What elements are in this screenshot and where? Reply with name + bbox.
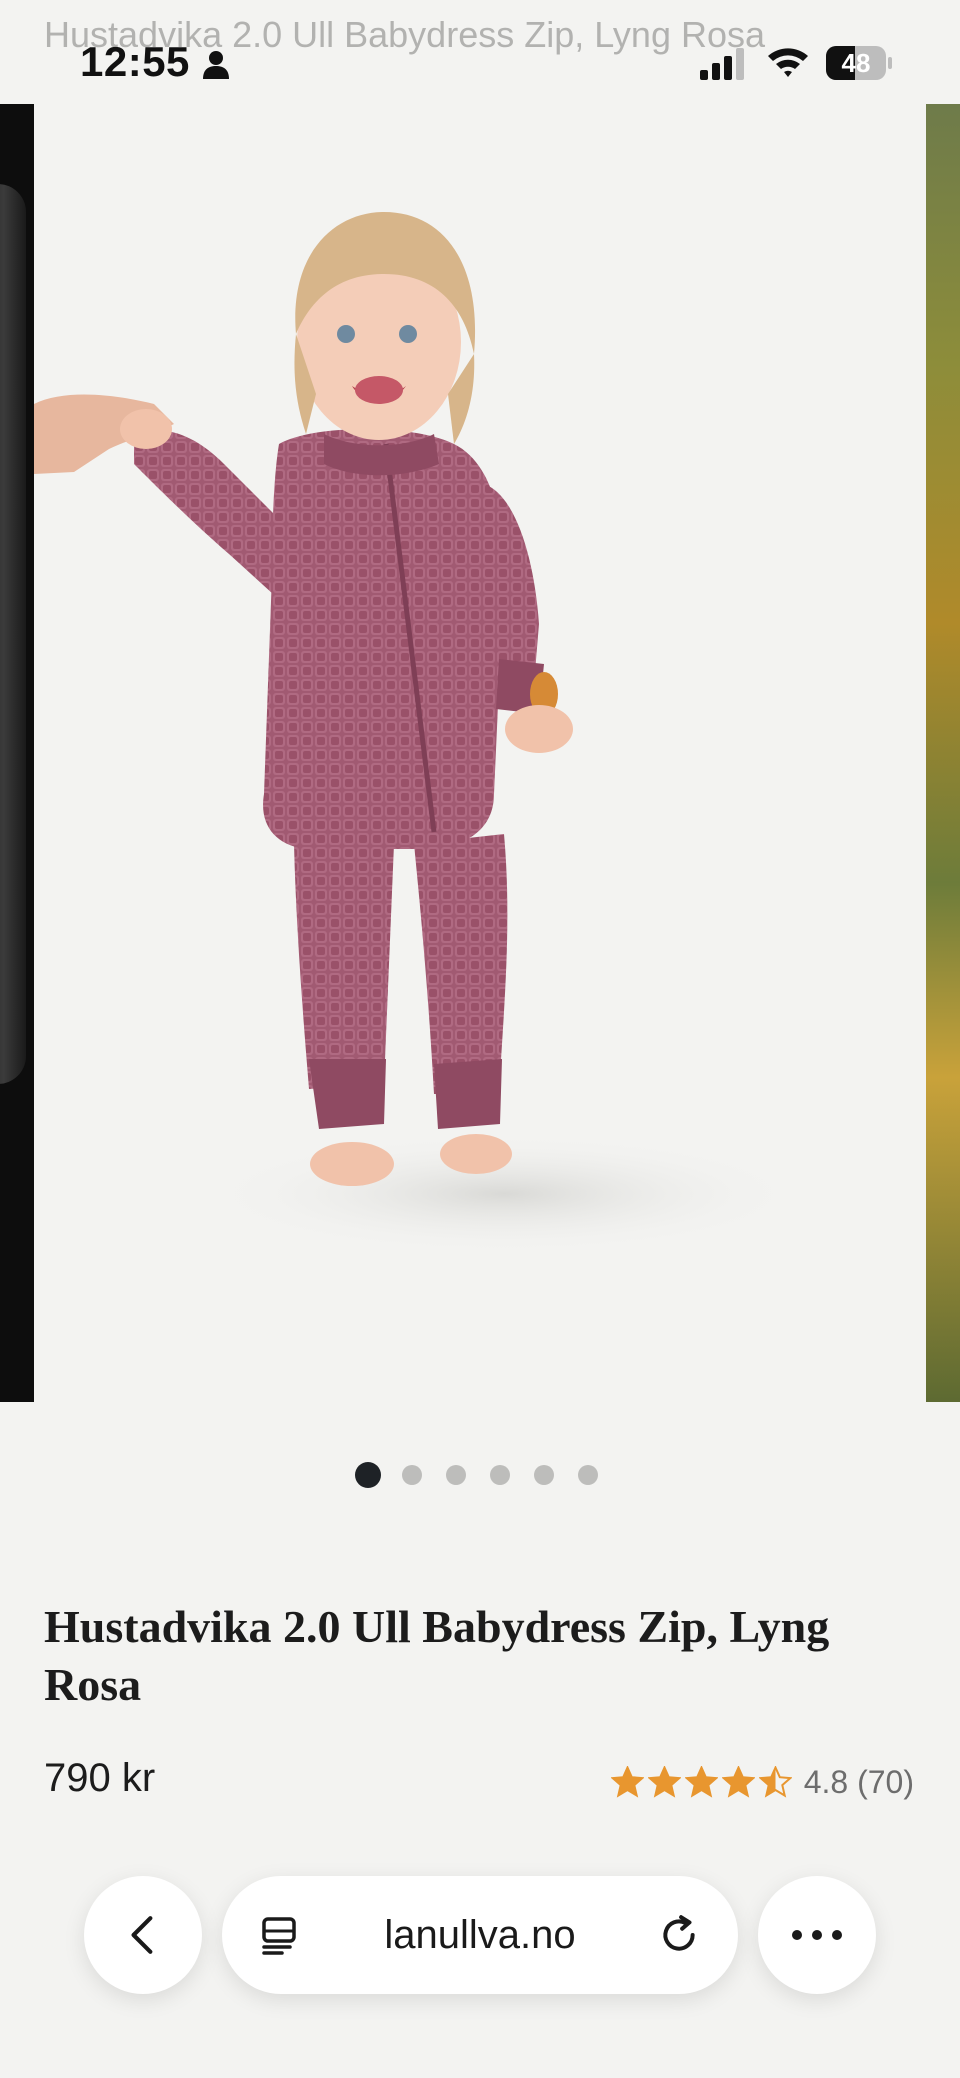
previous-slide-peek[interactable] <box>0 104 34 1402</box>
star-full-icon <box>647 1765 681 1798</box>
carousel-dot-active[interactable] <box>355 1462 381 1488</box>
product-page: Hustadvika 2.0 Ull Babydress Zip, Lyng R… <box>0 0 960 2078</box>
rating-text: 4.8 (70) <box>803 1763 914 1800</box>
status-time: 12:55 <box>80 38 190 85</box>
chevron-left-icon <box>131 1916 153 1954</box>
rating-stars <box>607 1765 792 1799</box>
next-slide-peek[interactable] <box>926 104 960 1402</box>
carousel-dot[interactable] <box>490 1465 510 1485</box>
person-icon <box>203 51 229 79</box>
product-price: 790 kr <box>44 1756 156 1800</box>
star-full-icon <box>721 1765 755 1798</box>
star-half-icon <box>758 1765 792 1798</box>
product-title: Hustadvika 2.0 Ull Babydress Zip, Lyng R… <box>44 1601 830 1710</box>
more-dots-icon <box>792 1930 842 1940</box>
carousel-dot[interactable] <box>402 1465 422 1485</box>
carousel-dot[interactable] <box>578 1465 598 1485</box>
product-image-carousel[interactable] <box>0 104 960 1402</box>
battery-level: 48 <box>841 48 871 78</box>
product-image[interactable] <box>34 104 926 1402</box>
back-button[interactable] <box>84 1876 202 1994</box>
wifi-icon <box>768 48 808 77</box>
star-full-icon <box>610 1765 644 1798</box>
carousel-dot[interactable] <box>534 1465 554 1485</box>
reload-icon[interactable] <box>658 1914 700 1956</box>
carousel-pagination <box>0 1460 960 1490</box>
carousel-dot[interactable] <box>446 1465 466 1485</box>
baby-wearing-knit-suit-photo <box>34 212 804 1254</box>
more-options-button[interactable] <box>758 1876 876 1994</box>
browser-toolbar: lanullva.no <box>0 1852 960 2078</box>
star-full-icon <box>684 1765 718 1798</box>
address-bar[interactable]: lanullva.no <box>222 1876 738 1994</box>
battery-icon: 48 <box>826 46 892 80</box>
cellular-signal-icon <box>700 48 744 80</box>
status-bar: Hustadvika 2.0 Ull Babydress Zip, Lyng R… <box>0 0 960 104</box>
product-rating[interactable]: 4.8 (70) <box>607 1760 914 1804</box>
